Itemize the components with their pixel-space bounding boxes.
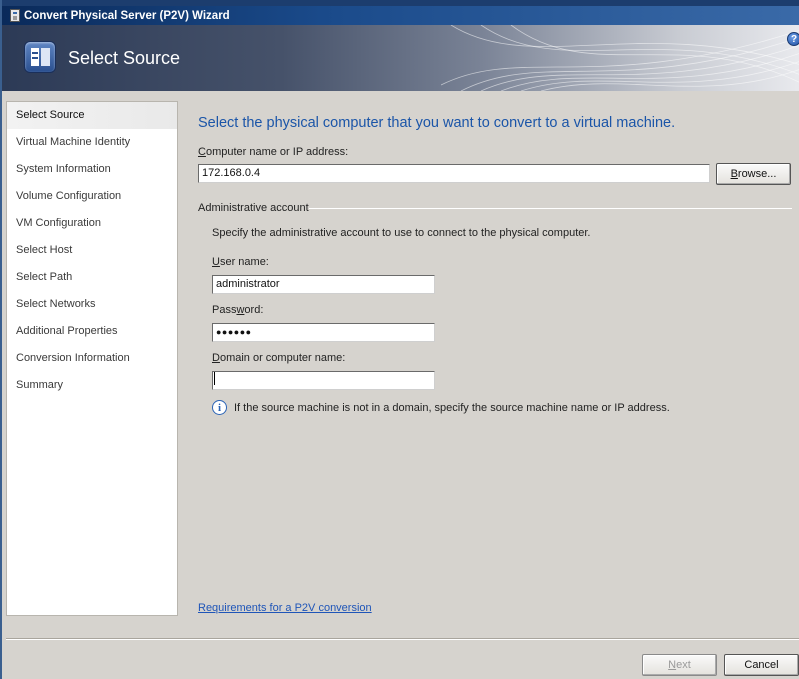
requirements-link[interactable]: Requirements for a P2V conversion bbox=[198, 602, 372, 614]
wizard-steps-sidebar: Select Source Virtual Machine Identity S… bbox=[6, 101, 178, 616]
sidebar-item-system-information[interactable]: System Information bbox=[7, 156, 177, 183]
banner-swirl-decoration bbox=[441, 25, 799, 91]
page-title: Select Source bbox=[68, 48, 181, 68]
sidebar-item-volume-configuration[interactable]: Volume Configuration bbox=[7, 183, 177, 210]
sidebar-item-select-path[interactable]: Select Path bbox=[7, 264, 177, 291]
group-divider bbox=[309, 208, 792, 209]
sidebar-item-conversion-information[interactable]: Conversion Information bbox=[7, 345, 177, 372]
domain-input[interactable] bbox=[212, 371, 435, 390]
window-title: Convert Physical Server (P2V) Wizard bbox=[24, 9, 230, 22]
sidebar-item-select-networks[interactable]: Select Networks bbox=[7, 291, 177, 318]
sidebar-item-vm-configuration[interactable]: VM Configuration bbox=[7, 210, 177, 237]
domain-label: Domain or computer name: bbox=[212, 352, 346, 364]
page-heading: Select the physical computer that you wa… bbox=[198, 115, 676, 131]
password-input[interactable]: ●●●●●● bbox=[212, 323, 435, 342]
footer-divider bbox=[6, 638, 799, 640]
computer-name-label: Computer name or IP address: bbox=[198, 146, 349, 158]
help-icon[interactable]: ? bbox=[787, 32, 799, 46]
app-icon bbox=[10, 9, 20, 22]
wizard-banner: Select Source ? bbox=[2, 25, 799, 91]
sidebar-item-summary[interactable]: Summary bbox=[7, 372, 177, 399]
user-name-label: User name: bbox=[212, 256, 269, 268]
sidebar-item-additional-properties[interactable]: Additional Properties bbox=[7, 318, 177, 345]
user-name-input[interactable]: administrator bbox=[212, 275, 435, 294]
admin-account-group-title: Administrative account bbox=[198, 202, 309, 214]
wizard-page-icon bbox=[24, 41, 56, 73]
wizard-window: Convert Physical Server (P2V) Wizard Sel… bbox=[0, 0, 799, 679]
title-bar[interactable]: Convert Physical Server (P2V) Wizard bbox=[2, 6, 799, 25]
sidebar-item-select-source[interactable]: Select Source bbox=[7, 102, 177, 129]
text-cursor bbox=[214, 372, 215, 385]
computer-name-input[interactable]: 172.168.0.4 bbox=[198, 164, 710, 183]
sidebar-item-virtual-machine-identity[interactable]: Virtual Machine Identity bbox=[7, 129, 177, 156]
admin-account-description: Specify the administrative account to us… bbox=[212, 227, 591, 239]
domain-info-text: If the source machine is not in a domain… bbox=[234, 402, 670, 414]
info-icon: i bbox=[212, 400, 227, 415]
sidebar-item-select-host[interactable]: Select Host bbox=[7, 237, 177, 264]
next-button[interactable]: Next bbox=[642, 654, 717, 676]
password-label: Password: bbox=[212, 304, 264, 316]
browse-button[interactable]: Browse... bbox=[716, 163, 791, 185]
main-content: Select the physical computer that you wa… bbox=[178, 101, 799, 631]
cancel-button[interactable]: Cancel bbox=[724, 654, 799, 676]
